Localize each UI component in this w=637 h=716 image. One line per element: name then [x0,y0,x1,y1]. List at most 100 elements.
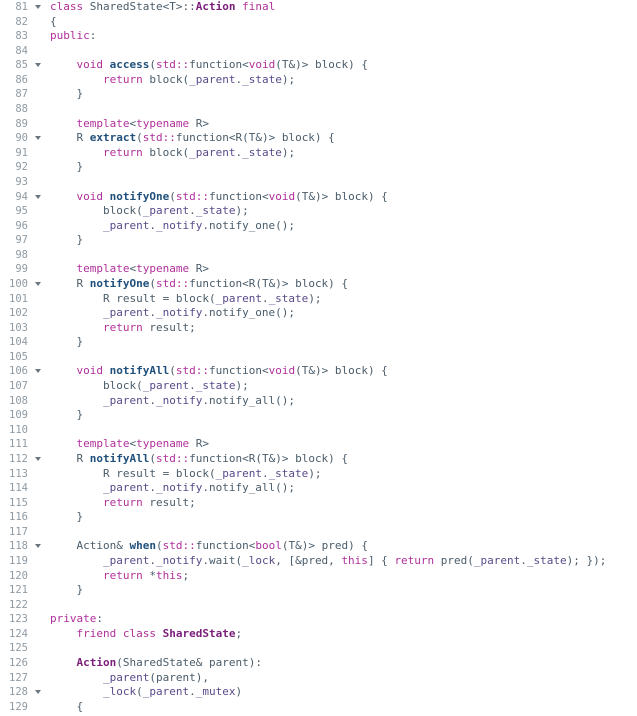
code-token: (T&)> pred) { [281,539,368,553]
code-line[interactable]: 82 { [0,15,637,30]
code-line[interactable]: 110 [0,423,637,438]
line-number: 98 [15,248,28,261]
code-token: , [&pred, [275,553,342,567]
code-token: return [102,320,150,334]
code-line[interactable]: 106 void notifyAll(std::function<void(T&… [0,364,637,379]
code-line[interactable]: 85 void access(std::function<void(T&)> b… [0,58,637,73]
code-line[interactable]: 129 { [0,700,637,715]
fold-arrow-icon[interactable] [35,63,41,68]
code-line[interactable]: 99 template<typename R> [0,262,637,277]
code-token: ( [155,539,163,553]
code-line[interactable]: 127 _parent(parent), [0,671,637,686]
code-token: R result = block( [50,291,216,305]
code-line[interactable]: 120 return *this; [0,569,637,584]
fold-arrow-icon[interactable] [35,5,41,9]
code-line[interactable]: 105 [0,350,637,365]
fold-arrow-icon[interactable] [35,456,41,461]
code-line[interactable]: 91 return block(_parent._state); [0,146,637,161]
line-number: 86 [15,73,28,86]
line-number: 87 [15,88,28,101]
code-line[interactable]: 100 R notifyOne(std::function<R(T&)> blo… [0,277,637,292]
code-token: template [76,262,130,276]
code-token: . [149,306,156,320]
code-line[interactable]: 118 Action& when(std::function<bool(T&)>… [0,539,637,554]
code-token: notifyAll [109,364,170,378]
code-line[interactable]: 126 Action(SharedState& parent): [0,656,637,671]
code-line[interactable]: 86 return block(_parent._state); [0,73,637,88]
code-line[interactable]: 87 } [0,87,637,102]
line-number: 110 [9,423,28,436]
code-line[interactable]: 88 [0,102,637,117]
line-number: 128 [9,686,28,699]
code-line[interactable]: 111 template<typename R> [0,437,637,452]
code-token: } [50,87,84,101]
code-token: typename [136,262,196,276]
code-token: ); [235,204,249,218]
code-line[interactable]: 109 } [0,408,637,423]
code-line[interactable]: 94 void notifyOne(std::function<void(T&)… [0,190,637,205]
code-line[interactable]: 123 private: [0,612,637,627]
code-line[interactable]: 128 _lock(_parent._mutex) [0,685,637,700]
fold-arrow-icon[interactable] [35,369,41,374]
line-number: 118 [9,540,28,553]
line-number: 85 [15,59,28,72]
code-line[interactable]: 125 [0,641,637,656]
code-line[interactable]: 122 [0,598,637,613]
code-text: return block(_parent._state); [50,73,295,88]
code-token: _parent [189,145,236,159]
fold-arrow-icon[interactable] [35,136,41,141]
code-line[interactable]: 93 [0,175,637,190]
code-line[interactable]: 96 _parent._notify.notify_one(); [0,219,637,234]
line-number: 81 [15,1,28,13]
code-token: .wait( [202,553,243,567]
code-line[interactable]: 92 } [0,160,637,175]
line-number: 123 [9,613,28,626]
fold-arrow-icon[interactable] [35,281,41,286]
code-line[interactable]: 114 _parent._notify.notify_all(); [0,481,637,496]
code-line[interactable]: 95 block(_parent._state); [0,204,637,219]
code-line[interactable]: 83 public: [0,29,637,44]
code-line[interactable]: 97 } [0,233,637,248]
code-token: ( [169,364,176,378]
code-token: } [50,233,84,247]
code-line[interactable]: 102 _parent._notify.notify_one(); [0,306,637,321]
code-line[interactable]: 89 template<typename R> [0,117,637,132]
code-line[interactable]: 116 } [0,510,637,525]
fold-arrow-icon[interactable] [35,194,41,199]
line-number: 121 [9,584,28,597]
code-text: void notifyOne(std::function<void(T&)> b… [50,190,388,205]
code-token: return [102,72,150,86]
code-line[interactable]: 81 class SharedState<T>::Action final [0,0,637,15]
code-line[interactable]: 90 R extract(std::function<R(T&)> block)… [0,131,637,146]
line-number: 96 [15,219,28,232]
code-token: ( [136,131,143,145]
fold-arrow-icon[interactable] [35,544,41,549]
code-token: * [149,568,156,582]
code-text: block(_parent._state); [50,379,249,394]
line-number: 125 [9,642,28,655]
code-line[interactable]: 115 return result; [0,496,637,511]
code-line[interactable]: 98 [0,248,637,263]
code-token: access [109,58,150,72]
code-line[interactable]: 113 R result = block(_parent._state); [0,467,637,482]
code-text: } [50,583,83,598]
code-line[interactable]: 117 [0,525,637,540]
fold-arrow-icon[interactable] [35,690,41,695]
code-line[interactable]: 101 R result = block(_parent._state); [0,292,637,307]
code-line[interactable]: 124 friend class SharedState; [0,627,637,642]
code-line[interactable]: 119 _parent._notify.wait(_lock, [&pred, … [0,554,637,569]
code-line[interactable]: 103 return result; [0,321,637,336]
code-line[interactable]: 107 block(_parent._state); [0,379,637,394]
code-line[interactable]: 84 [0,44,637,59]
code-token: } [50,335,84,349]
code-line[interactable]: 112 R notifyAll(std::function<R(T&)> blo… [0,452,637,467]
code-editor[interactable]: 81 class SharedState<T>::Action final 82{8… [0,0,637,716]
code-line[interactable]: 108 _parent._notify.notify_all(); [0,394,637,409]
code-token: ( [136,685,143,699]
code-line[interactable]: 121 } [0,583,637,598]
code-line[interactable]: 104 } [0,335,637,350]
